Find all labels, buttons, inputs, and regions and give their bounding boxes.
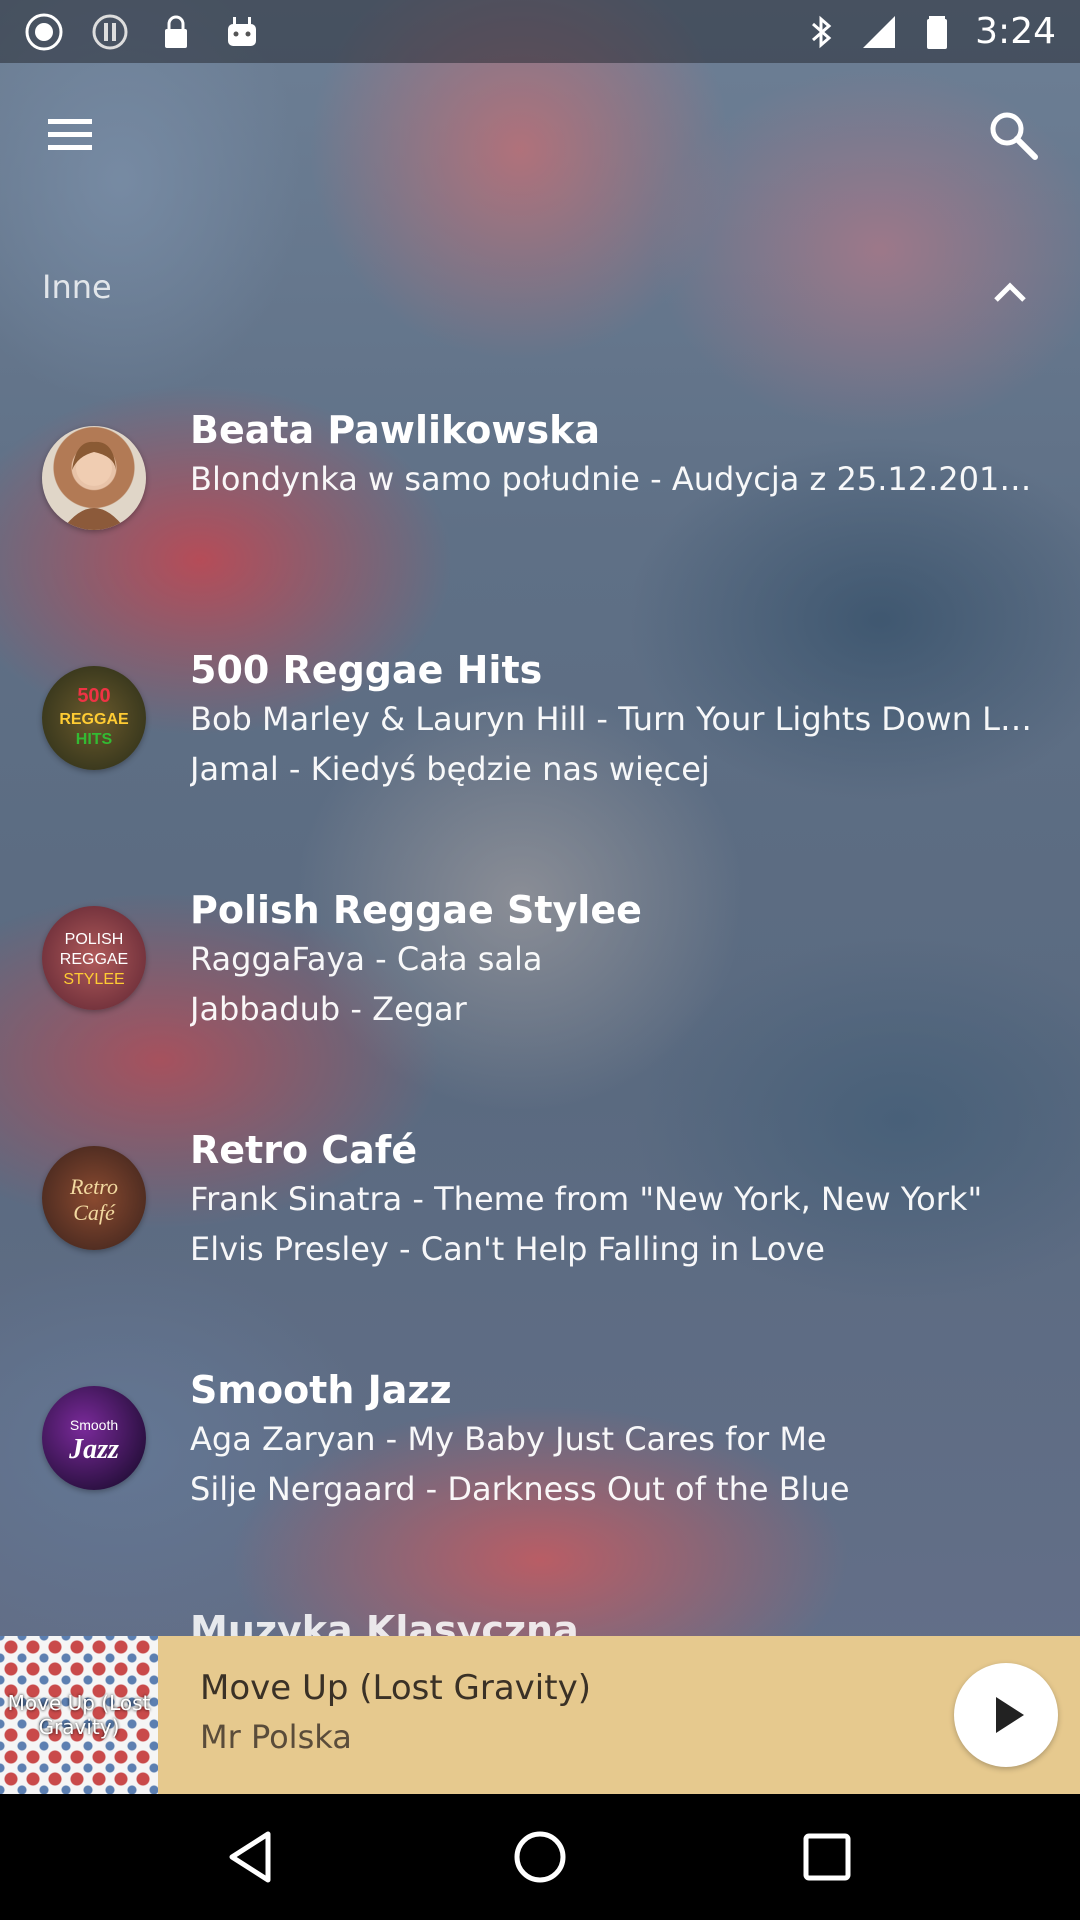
battery-icon [917,12,957,52]
station-avatar: Retro Café [42,1146,146,1250]
album-cover: Move Up (Lost Gravity) [0,1636,158,1794]
svg-text:500: 500 [77,685,110,707]
menu-icon[interactable] [40,111,104,159]
svg-text:REGGAE: REGGAE [59,711,129,728]
toolbar [0,63,1080,203]
search-icon[interactable] [985,107,1041,163]
recents-icon[interactable] [792,1822,862,1892]
svg-text:STYLEE: STYLEE [63,971,124,988]
signal-icon [859,12,899,52]
bluetooth-icon [801,12,841,52]
svg-text:Smooth: Smooth [70,1417,118,1433]
station-avatar: Smooth Jazz [42,1386,146,1490]
station-name: Retro Café [190,1128,418,1172]
android-icon [222,12,262,52]
station-item[interactable]: Beata Pawlikowska Blondynka w samo połud… [0,408,1080,628]
player-track-title: Move Up (Lost Gravity) [200,1668,591,1708]
svg-text:POLISH: POLISH [65,931,124,948]
station-now-playing: RaggaFaya - Cała sala [190,940,543,978]
navigation-bar [0,1794,1080,1920]
record-icon [24,12,64,52]
station-now-playing: Blondynka w samo południe - Audycja z 25… [190,460,1032,498]
album-cover-text: Move Up (Lost Gravity) [7,1691,151,1739]
station-name: Polish Reggae Stylee [190,888,642,932]
mini-player[interactable]: Move Up (Lost Gravity) Move Up (Lost Gra… [0,1636,1080,1794]
station-name: Muzyka Klasyczna [190,1608,579,1636]
station-item[interactable]: POLISH REGGAE STYLEE Polish Reggae Style… [0,888,1080,1108]
alert-icon [90,12,130,52]
station-now-playing: Frank Sinatra - Theme from "New York, Ne… [190,1180,983,1218]
station-avatar: 500 REGGAE HITS [42,666,146,770]
status-time: 3:24 [975,11,1056,52]
station-name: Beata Pawlikowska [190,408,601,452]
home-icon[interactable] [505,1822,575,1892]
station-now-playing: Bob Marley & Lauryn Hill - Turn Your Lig… [190,700,1032,738]
section-title: Inne [42,268,112,306]
station-previous-track: Jamal - Kiedyś będzie nas więcej [190,750,710,788]
svg-text:HITS: HITS [76,731,113,748]
play-icon[interactable] [954,1663,1058,1767]
svg-text:REGGAE: REGGAE [60,951,128,968]
lock-icon [156,12,196,52]
back-icon[interactable] [218,1822,288,1892]
station-item[interactable]: Muzyka Klasyczna [0,1608,1080,1636]
chevron-up-icon[interactable] [988,272,1032,312]
station-avatar: POLISH REGGAE STYLEE [42,906,146,1010]
svg-text:Jazz: Jazz [68,1434,119,1465]
station-item[interactable]: Smooth Jazz Smooth Jazz Aga Zaryan - My … [0,1368,1080,1588]
station-name: Smooth Jazz [190,1368,452,1412]
station-avatar [42,426,146,530]
section-header[interactable]: Inne [0,250,1080,330]
svg-text:Retro: Retro [69,1174,118,1199]
svg-text:Café: Café [73,1200,116,1225]
status-bar: 3:24 [0,0,1080,63]
station-item[interactable]: 500 REGGAE HITS 500 Reggae Hits Bob Marl… [0,648,1080,868]
station-name: 500 Reggae Hits [190,648,543,692]
station-now-playing: Aga Zaryan - My Baby Just Cares for Me [190,1420,827,1458]
station-item[interactable]: Retro Café Retro Café Frank Sinatra - Th… [0,1128,1080,1348]
station-previous-track: Elvis Presley - Can't Help Falling in Lo… [190,1230,825,1268]
station-previous-track: Jabbadub - Zegar [190,990,467,1028]
player-artist: Mr Polska [200,1718,352,1756]
station-previous-track: Silje Nergaard - Darkness Out of the Blu… [190,1470,850,1508]
